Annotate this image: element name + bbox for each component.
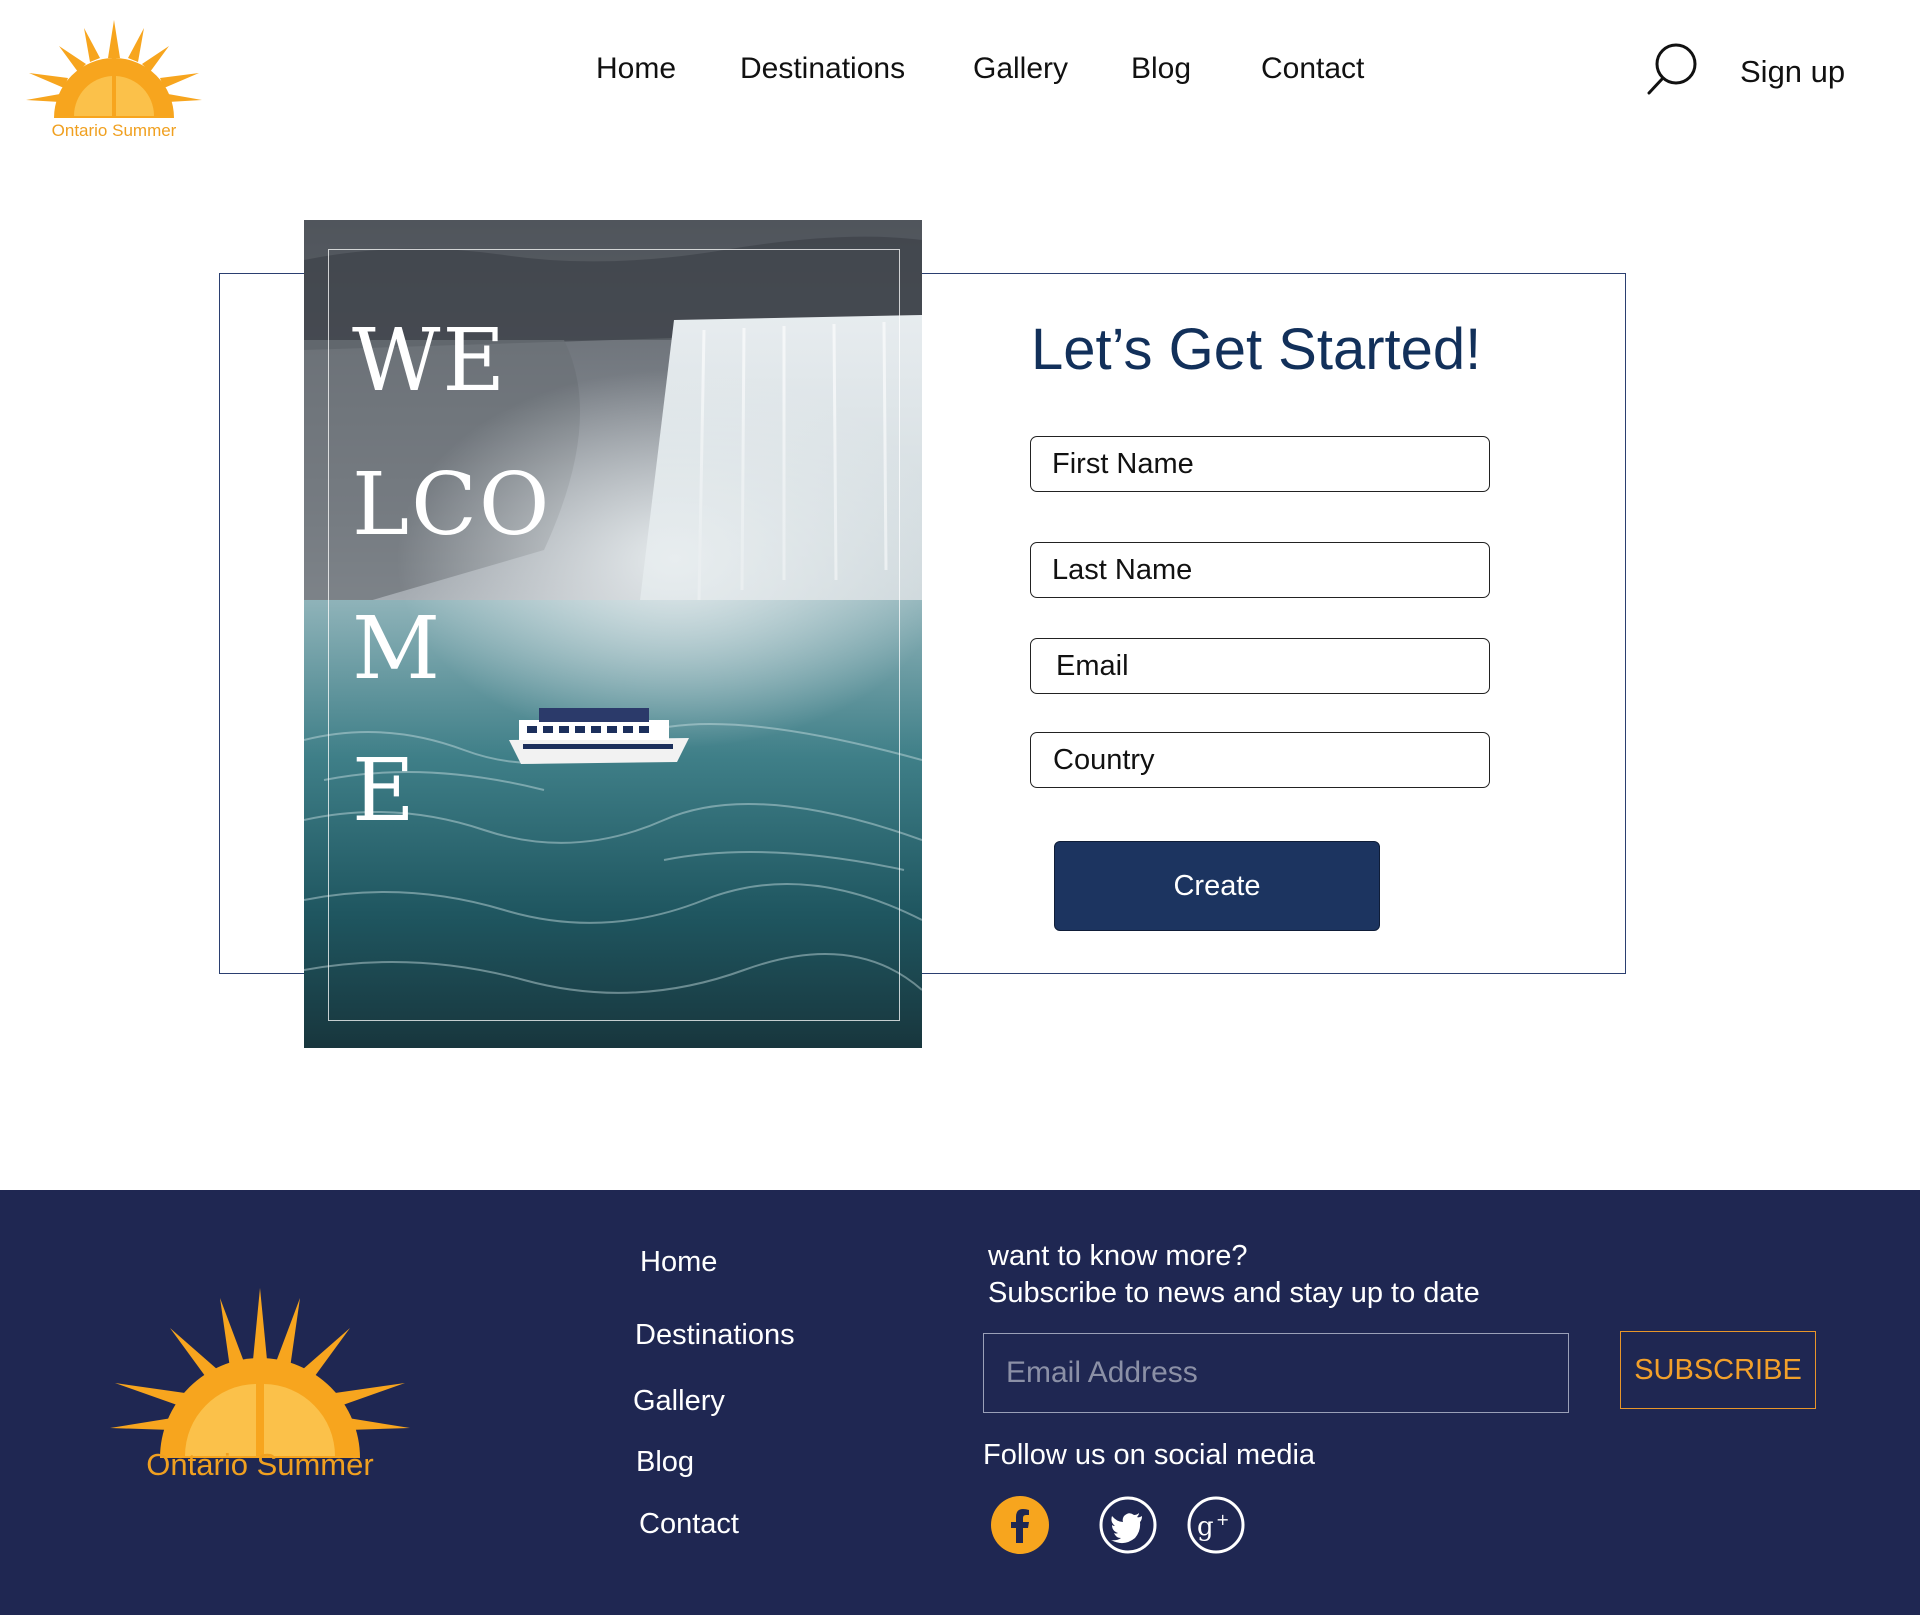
footer-logo[interactable]: Ontario Summer [110, 1288, 410, 1498]
follow-label: Follow us on social media [983, 1439, 1316, 1471]
google-plus-icon[interactable]: g + [1186, 1495, 1246, 1555]
footer-link-home[interactable]: Home [640, 1246, 717, 1279]
last-name-input[interactable] [1031, 543, 1489, 597]
signup-link[interactable]: Sign up [1740, 54, 1845, 90]
search-icon[interactable] [1646, 42, 1700, 96]
site-footer: Ontario Summer Home Destinations Gallery… [0, 1190, 1920, 1615]
first-name-field[interactable] [1030, 436, 1490, 492]
first-name-input[interactable] [1031, 437, 1489, 491]
email-field[interactable] [1030, 638, 1490, 694]
form-title: Let’s Get Started! [1031, 317, 1482, 382]
nav-blog[interactable]: Blog [1131, 52, 1191, 86]
nav-gallery[interactable]: Gallery [973, 52, 1068, 86]
newsletter-heading: want to know more? [988, 1240, 1248, 1272]
facebook-icon[interactable] [990, 1495, 1050, 1555]
footer-link-contact[interactable]: Contact [639, 1508, 739, 1541]
welcome-line-3: M [352, 599, 443, 699]
svg-text:g: g [1197, 1512, 1214, 1542]
newsletter-email-input[interactable] [984, 1334, 1568, 1412]
welcome-line-4: E [352, 741, 417, 841]
welcome-line-2: LCO [352, 455, 552, 555]
country-input[interactable] [1031, 733, 1489, 787]
newsletter-subheading: Subscribe to news and stay up to date [988, 1277, 1480, 1309]
last-name-field[interactable] [1030, 542, 1490, 598]
footer-link-gallery[interactable]: Gallery [633, 1385, 725, 1418]
nav-home[interactable]: Home [596, 52, 676, 86]
logo-text: Ontario Summer [51, 121, 177, 140]
twitter-icon[interactable] [1098, 1495, 1158, 1555]
footer-link-blog[interactable]: Blog [636, 1446, 694, 1479]
svg-text:+: + [1216, 1510, 1229, 1529]
footer-logo-text: Ontario Summer [146, 1447, 374, 1482]
subscribe-button[interactable]: SUBSCRIBE [1620, 1331, 1816, 1409]
logo[interactable]: Ontario Summer [24, 18, 204, 143]
newsletter-email-field[interactable] [983, 1333, 1569, 1413]
country-field[interactable] [1030, 732, 1490, 788]
nav-contact[interactable]: Contact [1261, 52, 1364, 86]
footer-link-destinations[interactable]: Destinations [635, 1319, 795, 1352]
site-header: Ontario Summer Home Destinations Gallery… [0, 0, 1920, 160]
create-button[interactable]: Create [1054, 841, 1380, 931]
nav-destinations[interactable]: Destinations [740, 52, 905, 86]
welcome-line-1: WE [352, 311, 508, 411]
email-input[interactable] [1031, 639, 1489, 693]
